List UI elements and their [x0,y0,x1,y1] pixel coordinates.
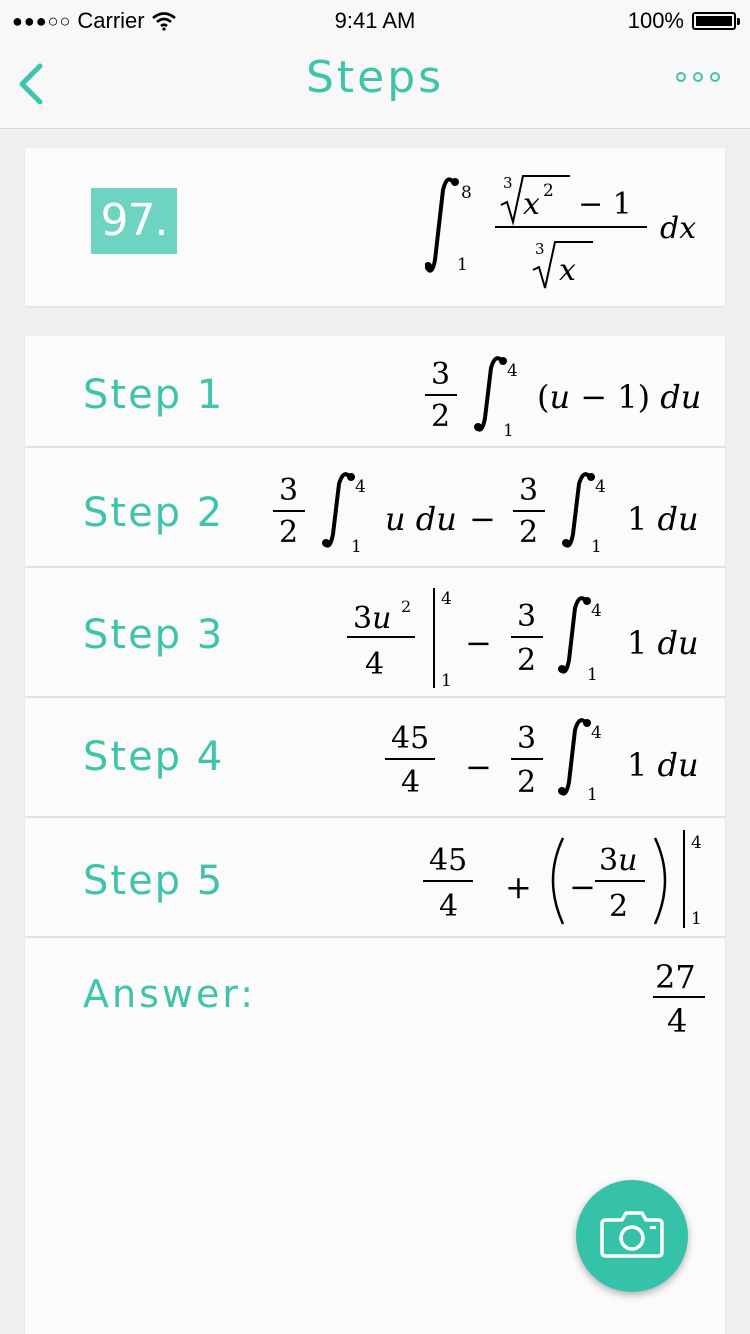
step-label: Step 4 [83,734,225,780]
svg-text:x: x [523,187,540,222]
svg-text:3u: 3u [599,843,637,878]
svg-text:4: 4 [355,477,366,497]
svg-text:3: 3 [431,357,450,392]
step-row-1: Step 1 3 2 4 1 (u − 1) du [25,336,725,448]
step-row-2: Step 2 3 2 4 1 u du − 3 2 4 1 1 du [25,446,725,568]
svg-text:+: + [505,868,532,906]
step-label: Step 2 [83,490,225,536]
battery-percentage: 100% [627,8,684,33]
more-options-icon[interactable] [676,72,720,82]
svg-text:4: 4 [691,833,702,853]
svg-text:2: 2 [519,515,538,550]
svg-text:3: 3 [279,473,298,508]
svg-text:2: 2 [279,515,298,550]
step-label: Step 1 [83,372,225,418]
svg-text:−: − [465,748,492,786]
svg-text:4: 4 [365,647,384,682]
camera-button[interactable] [576,1180,688,1292]
svg-text:dx: dx [660,211,696,246]
step-2-expression: 3 2 4 1 u du − 3 2 4 1 1 du [267,468,717,563]
svg-text:2: 2 [543,181,554,201]
svg-text:1: 1 [441,671,452,690]
step-row-4: Step 4 45 4 − 3 2 4 1 1 du [25,696,725,818]
svg-text:1 du: 1 du [627,624,699,662]
svg-text:3: 3 [517,721,536,756]
svg-text:2: 2 [401,597,411,616]
step-row-3: Step 3 3u 2 4 4 1 − 3 2 4 1 1 du [25,566,725,698]
svg-text:3: 3 [535,240,545,258]
svg-text:−: − [465,624,492,662]
svg-text:8: 8 [461,183,472,203]
svg-text:2: 2 [609,889,628,924]
svg-text:2: 2 [517,765,536,800]
svg-text:1 du: 1 du [627,500,699,538]
svg-text:1: 1 [351,537,362,557]
answer-fraction: 27 4 [651,954,711,1049]
svg-text:1: 1 [587,665,598,685]
svg-text:45: 45 [391,721,429,756]
svg-text:u du: u du [385,500,457,538]
svg-text:4: 4 [441,589,452,609]
answer-denominator: 4 [667,1002,687,1040]
navigation-bar: Steps [0,40,750,129]
svg-text:4: 4 [595,477,606,497]
step-3-expression: 3u 2 4 4 1 − 3 2 4 1 1 du [339,586,719,695]
svg-text:1: 1 [587,785,598,804]
camera-icon [600,1211,664,1258]
svg-text:3: 3 [517,599,536,634]
svg-text:4: 4 [591,723,602,743]
svg-text:1: 1 [691,909,702,929]
svg-text:3: 3 [503,174,513,192]
step-label: Step 5 [83,858,225,904]
svg-text:1: 1 [503,421,514,438]
step-label: Step 3 [83,612,225,658]
svg-text:3u: 3u [353,601,391,636]
svg-text:−: − [469,500,496,538]
status-right: 100% [627,8,740,34]
step-row-5: Step 5 45 4 + − 3u 2 4 1 [25,816,725,938]
svg-text:− 1: − 1 [578,187,632,222]
svg-text:45: 45 [429,843,467,878]
svg-text:1: 1 [457,255,468,275]
svg-text:−: − [569,868,596,906]
page-title: Steps [305,52,445,103]
svg-text:4: 4 [591,601,602,621]
battery-icon [692,12,740,30]
problem-expression: 8 1 3 x 2 − 1 3 x dx [424,160,715,295]
problem-card: 97. 8 1 3 x 2 − 1 3 x dx [25,148,725,306]
svg-text:4: 4 [507,361,518,381]
svg-text:1: 1 [591,537,602,557]
svg-text:2: 2 [431,399,450,434]
svg-text:4: 4 [401,765,420,800]
svg-text:3: 3 [519,473,538,508]
step-1-expression: 3 2 4 1 (u − 1) du [419,354,719,443]
svg-text:2: 2 [517,643,536,678]
svg-text:x: x [559,253,576,288]
answer-label: Answer: [83,972,257,1016]
step-5-expression: 45 4 + − 3u 2 4 1 [421,826,721,935]
svg-text:4: 4 [439,889,458,924]
answer-numerator: 27 [655,958,696,996]
svg-text:(u − 1) du: (u − 1) du [537,378,701,416]
step-4-expression: 45 4 − 3 2 4 1 1 du [381,714,721,809]
svg-text:1 du: 1 du [627,746,699,784]
problem-number-badge: 97. [91,188,177,254]
status-bar: ●●●○○ Carrier 9:41 AM 100% [0,0,750,40]
